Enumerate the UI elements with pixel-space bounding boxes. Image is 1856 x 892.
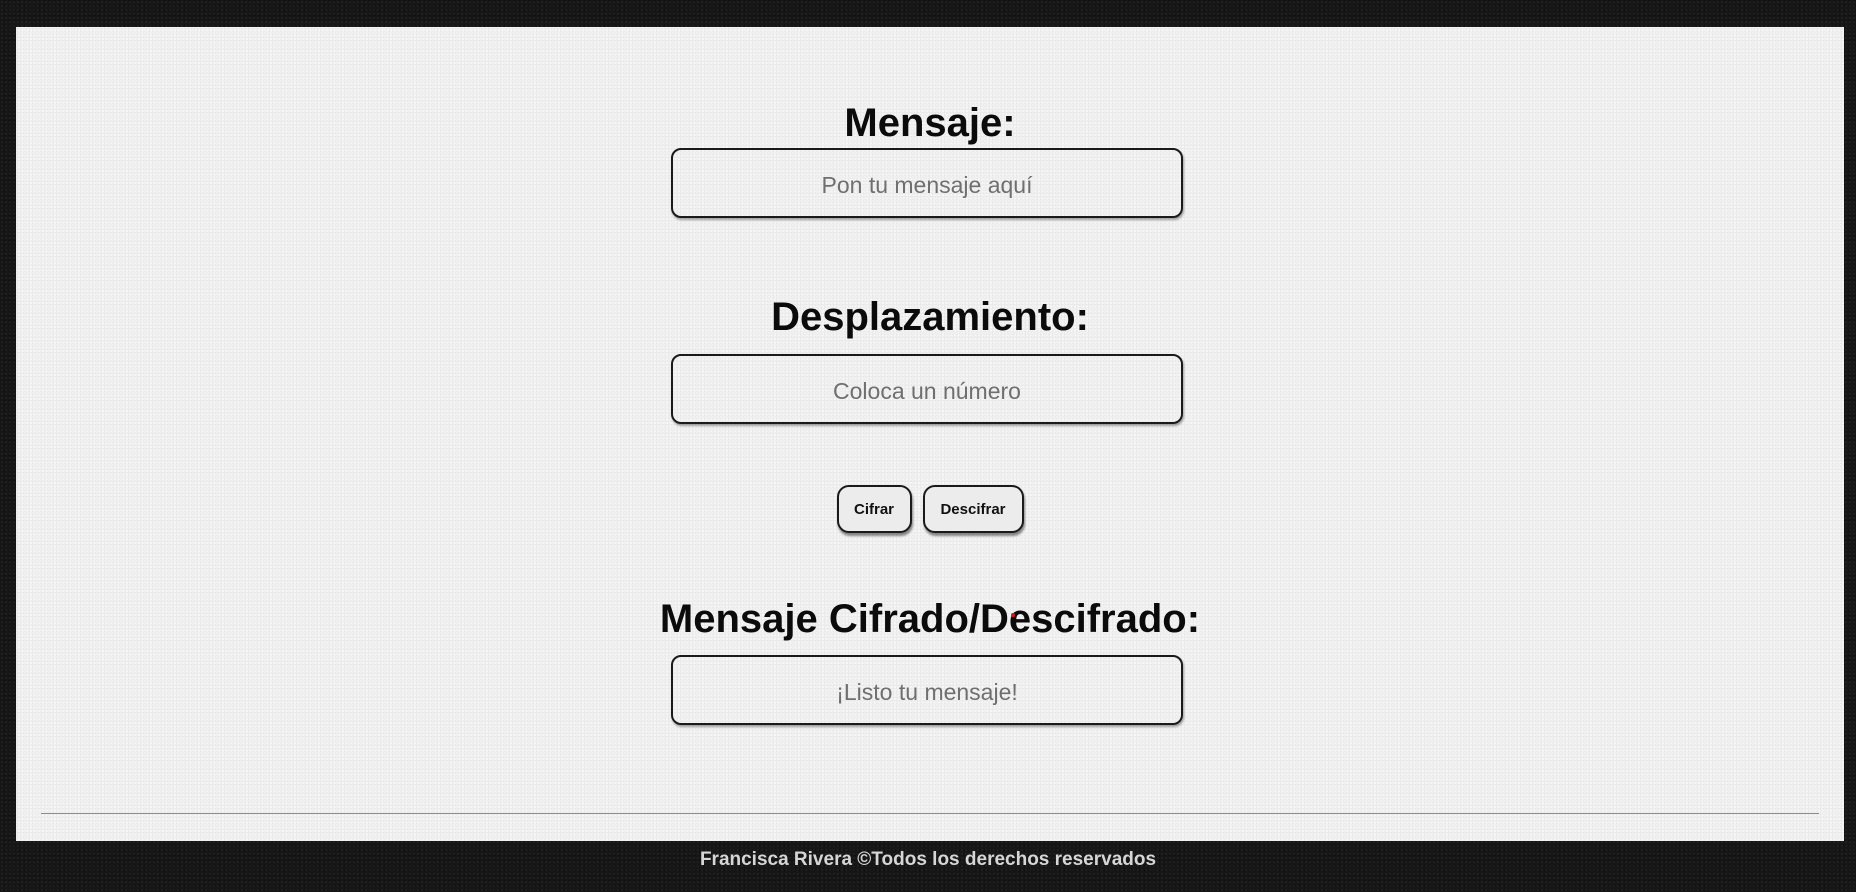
message-heading: Mensaje: xyxy=(844,101,1016,145)
result-output[interactable] xyxy=(671,655,1183,725)
encrypt-button[interactable]: Cifrar xyxy=(836,485,912,533)
message-input[interactable] xyxy=(671,148,1183,218)
decrypt-button[interactable]: Descifrar xyxy=(922,485,1024,533)
shift-heading: Desplazamiento: xyxy=(771,295,1089,339)
footer-copyright: Francisca Rivera ©Todos los derechos res… xyxy=(699,849,1157,870)
main-panel: Mensaje: Desplazamiento: Cifrar Descifra… xyxy=(16,27,1844,841)
shift-input[interactable] xyxy=(671,354,1183,424)
footer-divider xyxy=(41,813,1819,814)
cursor-indicator xyxy=(1011,613,1015,617)
action-buttons: Cifrar Descifrar xyxy=(16,485,1844,533)
result-heading: Mensaje Cifrado/Descifrado: xyxy=(659,597,1201,641)
